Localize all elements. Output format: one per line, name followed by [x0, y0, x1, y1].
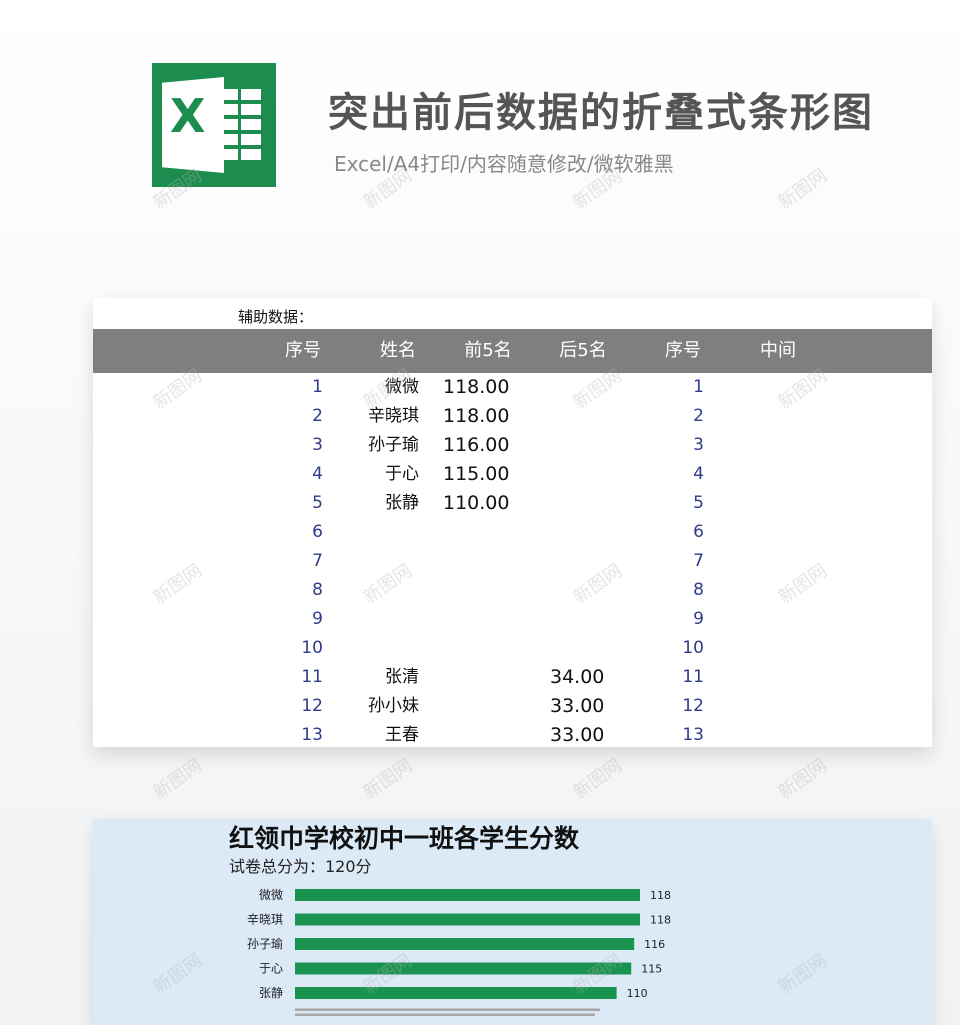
cell-seq2[interactable]: 5 — [644, 489, 704, 518]
cell-name[interactable]: 孙小妹 — [319, 692, 419, 721]
cell-seq2[interactable]: 13 — [644, 721, 704, 747]
fold-indicator — [295, 1013, 595, 1016]
page-subtitle: Excel/A4打印/内容随意修改/微软雅黑 — [334, 152, 674, 176]
cell-name[interactable]: 张静 — [319, 489, 419, 518]
chart-panel: 红领巾学校初中一班各学生分数 试卷总分为：120分 微微 118 辛晓琪 118 孙子瑜… — [93, 819, 932, 1025]
cell-top5[interactable]: 116.00 — [443, 431, 509, 460]
data-label: 118 — [650, 889, 671, 902]
cell-name[interactable]: 张清 — [319, 663, 419, 692]
watermark: 新图网 — [774, 755, 831, 804]
cell-name[interactable] — [319, 547, 419, 576]
table-row: 11 张清 34.00 11 — [93, 663, 932, 692]
cell-name[interactable] — [319, 634, 419, 663]
cell-seq[interactable]: 6 — [263, 518, 323, 547]
cell-seq[interactable]: 10 — [263, 634, 323, 663]
page-title: 突出前后数据的折叠式条形图 — [328, 90, 874, 136]
bar[interactable] — [295, 987, 617, 999]
watermark: 新图网 — [359, 755, 417, 804]
col-header-seq[interactable]: 序号 — [263, 329, 343, 373]
col-header-name[interactable]: 姓名 — [358, 329, 438, 373]
cell-seq2[interactable]: 1 — [644, 373, 704, 402]
data-label: 115 — [641, 963, 662, 976]
cell-name[interactable] — [319, 518, 419, 547]
table-row: 12 孙小妹 33.00 12 — [93, 692, 932, 721]
cell-seq[interactable]: 11 — [263, 663, 323, 692]
bar-chart: 微微 118 辛晓琪 118 孙子瑜 116 于心 115 张静 110 — [247, 888, 671, 1016]
cell-seq[interactable]: 1 — [263, 373, 323, 402]
excel-logo-icon: X — [152, 63, 276, 187]
cell-seq2[interactable]: 11 — [644, 663, 704, 692]
aux-data-label: 辅助数据： — [238, 308, 314, 326]
data-label: 118 — [650, 914, 671, 927]
cell-name[interactable]: 孙子瑜 — [319, 431, 419, 460]
category-label: 张静 — [259, 986, 283, 1000]
cell-seq[interactable]: 8 — [263, 576, 323, 605]
cell-top5[interactable]: 110.00 — [443, 489, 509, 518]
bar[interactable] — [295, 913, 640, 926]
table-row: 10 10 — [93, 634, 932, 663]
table-row: 1 微微 118.00 1 — [93, 373, 932, 402]
cell-top5[interactable]: 118.00 — [443, 373, 509, 402]
cell-seq[interactable]: 5 — [263, 489, 323, 518]
cell-name[interactable] — [319, 576, 419, 605]
cell-name[interactable] — [319, 605, 419, 634]
table-row: 99 — [93, 605, 932, 634]
cell-top5[interactable]: 118.00 — [443, 402, 509, 431]
cell-seq[interactable]: 2 — [263, 402, 323, 431]
fold-indicator — [295, 1008, 600, 1011]
cell-seq2[interactable]: 7 — [644, 547, 704, 576]
col-header-seq2[interactable]: 序号 — [643, 329, 723, 373]
cell-name[interactable]: 于心 — [319, 460, 419, 489]
col-header-bottom5[interactable]: 后5名 — [543, 329, 623, 373]
table-row: 13 王春 33.00 13 — [93, 721, 932, 747]
category-label: 辛晓琪 — [247, 913, 283, 927]
cell-seq2[interactable]: 2 — [644, 402, 704, 431]
cell-seq2[interactable]: 6 — [644, 518, 704, 547]
cell-seq[interactable]: 9 — [263, 605, 323, 634]
cell-bottom5[interactable]: 34.00 — [550, 663, 604, 692]
cell-bottom5[interactable]: 33.00 — [550, 721, 604, 747]
data-label: 116 — [644, 938, 665, 951]
col-header-top5[interactable]: 前5名 — [448, 329, 528, 373]
cell-seq[interactable]: 13 — [263, 721, 323, 747]
cell-seq2[interactable]: 8 — [644, 576, 704, 605]
table-row: 2 辛晓琪 118.00 2 — [93, 402, 932, 431]
bar[interactable] — [295, 889, 640, 901]
category-label: 微微 — [259, 888, 283, 902]
cell-seq[interactable]: 12 — [263, 692, 323, 721]
table-row: 66 — [93, 518, 932, 547]
watermark: 新图网 — [149, 755, 207, 804]
col-header-middle[interactable]: 中间 — [738, 329, 818, 373]
table-header: 序号 姓名 前5名 后5名 序号 中间 — [93, 329, 932, 373]
cell-bottom5[interactable]: 33.00 — [550, 692, 604, 721]
category-label: 于心 — [259, 962, 283, 976]
watermark: 新图网 — [569, 755, 626, 804]
cell-name[interactable]: 微微 — [319, 373, 419, 402]
table-row: 88 — [93, 576, 932, 605]
data-table-panel: 辅助数据： 序号 姓名 前5名 后5名 序号 中间 1 微微 118.00 1 2 辛晓琪… — [93, 298, 932, 747]
table-row: 77 — [93, 547, 932, 576]
cell-seq2[interactable]: 3 — [644, 431, 704, 460]
bar[interactable] — [295, 962, 632, 975]
table-row: 3 孙子瑜 116.00 3 — [93, 431, 932, 460]
cell-seq2[interactable]: 12 — [644, 692, 704, 721]
cell-top5[interactable]: 115.00 — [443, 460, 509, 489]
category-label: 孙子瑜 — [247, 936, 283, 951]
cell-seq2[interactable]: 10 — [644, 634, 704, 663]
watermark: 新图网 — [774, 165, 831, 214]
table-row: 4 于心 115.00 4 — [93, 460, 932, 489]
cell-seq[interactable]: 4 — [263, 460, 323, 489]
cell-seq[interactable]: 7 — [263, 547, 323, 576]
cell-seq[interactable]: 3 — [263, 431, 323, 460]
cell-name[interactable]: 王春 — [319, 721, 419, 747]
bar[interactable] — [295, 938, 635, 950]
table-row: 5 张静 110.00 5 — [93, 489, 932, 518]
data-label: 110 — [627, 987, 648, 1000]
cell-seq2[interactable]: 4 — [644, 460, 704, 489]
cell-name[interactable]: 辛晓琪 — [319, 402, 419, 431]
cell-seq2[interactable]: 9 — [644, 605, 704, 634]
